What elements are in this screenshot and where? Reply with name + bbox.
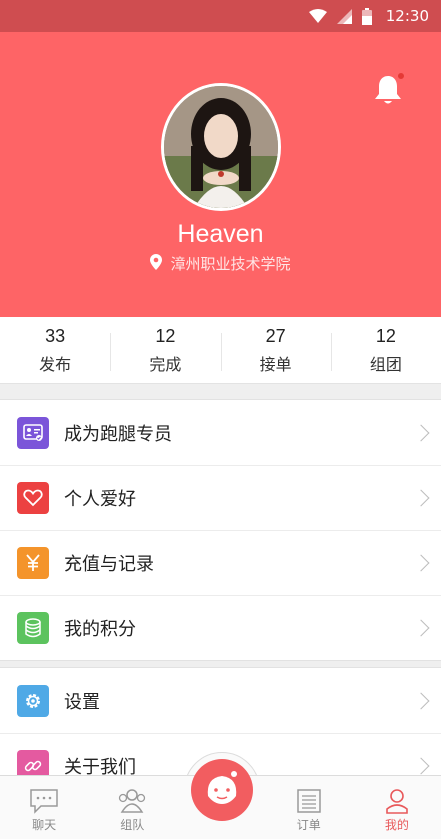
tab-team[interactable]: 组队: [88, 776, 176, 839]
menu-item-settings[interactable]: 设置: [0, 668, 441, 733]
menu-item-label: 充值与记录: [64, 554, 154, 575]
chat-icon: [29, 786, 59, 816]
menu-group-main: 成为跑腿专员 个人爱好 充值与记录 我的积分: [0, 399, 441, 661]
chevron-right-icon: [412, 489, 430, 507]
tab-label: 订单: [296, 818, 321, 832]
tab-label: 我的: [384, 818, 409, 832]
menu-item-label: 个人爱好: [64, 489, 136, 510]
heart-icon: [17, 482, 49, 514]
tab-label: 组队: [120, 818, 145, 832]
school-line: 漳州职业技术学院: [0, 253, 441, 274]
chevron-right-icon: [412, 757, 430, 775]
stat-accept[interactable]: 27 接单: [220, 317, 331, 383]
menu-item-points[interactable]: 我的积分: [0, 595, 441, 660]
center-mascot-icon: [207, 771, 237, 804]
stat-label: 组团: [369, 354, 402, 374]
stat-publish[interactable]: 33 发布: [0, 317, 110, 383]
stat-value: 27: [265, 325, 286, 346]
stat-label: 完成: [149, 354, 182, 374]
stats-bar: 33 发布 12 完成 27 接单 12 组团: [0, 317, 441, 384]
chevron-right-icon: [412, 619, 430, 637]
tab-chat[interactable]: 聊天: [0, 776, 88, 839]
screen: 12:30 Heaven 漳州职业技术学院 33 发布 12 完成 27 接单 …: [0, 0, 441, 839]
signal-icon: [336, 8, 352, 24]
stat-label: 发布: [39, 354, 72, 374]
menu-item-become-runner[interactable]: 成为跑腿专员: [0, 400, 441, 465]
tab-orders[interactable]: 订单: [265, 776, 353, 839]
avatar[interactable]: [161, 83, 281, 211]
menu-item-label: 设置: [64, 691, 100, 713]
chevron-right-icon: [412, 692, 430, 709]
chevron-right-icon: [412, 554, 430, 572]
menu-item-recharge[interactable]: 充值与记录: [0, 530, 441, 595]
status-bar: 12:30: [0, 0, 441, 32]
id-card-icon: [17, 416, 49, 449]
stat-complete[interactable]: 12 完成: [110, 317, 220, 383]
menu-item-label: 成为跑腿专员: [64, 423, 172, 445]
person-icon: [384, 786, 410, 816]
school-name: 漳州职业技术学院: [170, 255, 291, 273]
stat-label: 接单: [259, 354, 292, 374]
yuan-icon: [17, 547, 49, 579]
notification-dot: [397, 72, 405, 80]
stat-value: 12: [155, 325, 176, 346]
username: Heaven: [177, 220, 264, 248]
team-icon: [117, 786, 147, 816]
status-time: 12:30: [385, 7, 429, 25]
stat-group[interactable]: 12 组团: [330, 317, 441, 383]
center-mascot-button[interactable]: [191, 759, 253, 821]
chevron-right-icon: [412, 424, 430, 441]
wifi-icon: [308, 9, 327, 23]
menu-item-hobbies[interactable]: 个人爱好: [0, 465, 441, 530]
battery-icon: [361, 7, 372, 25]
tab-label: 聊天: [32, 818, 57, 832]
tab-mine[interactable]: 我的: [353, 776, 441, 839]
profile-header: Heaven 漳州职业技术学院: [0, 32, 441, 317]
location-pin-icon: [150, 253, 163, 274]
menu-item-label: 我的积分: [64, 619, 136, 640]
order-list-icon: [296, 786, 322, 816]
gear-icon: [17, 684, 49, 717]
stat-value: 33: [45, 325, 66, 346]
database-icon: [17, 612, 49, 644]
stat-value: 12: [375, 325, 396, 346]
